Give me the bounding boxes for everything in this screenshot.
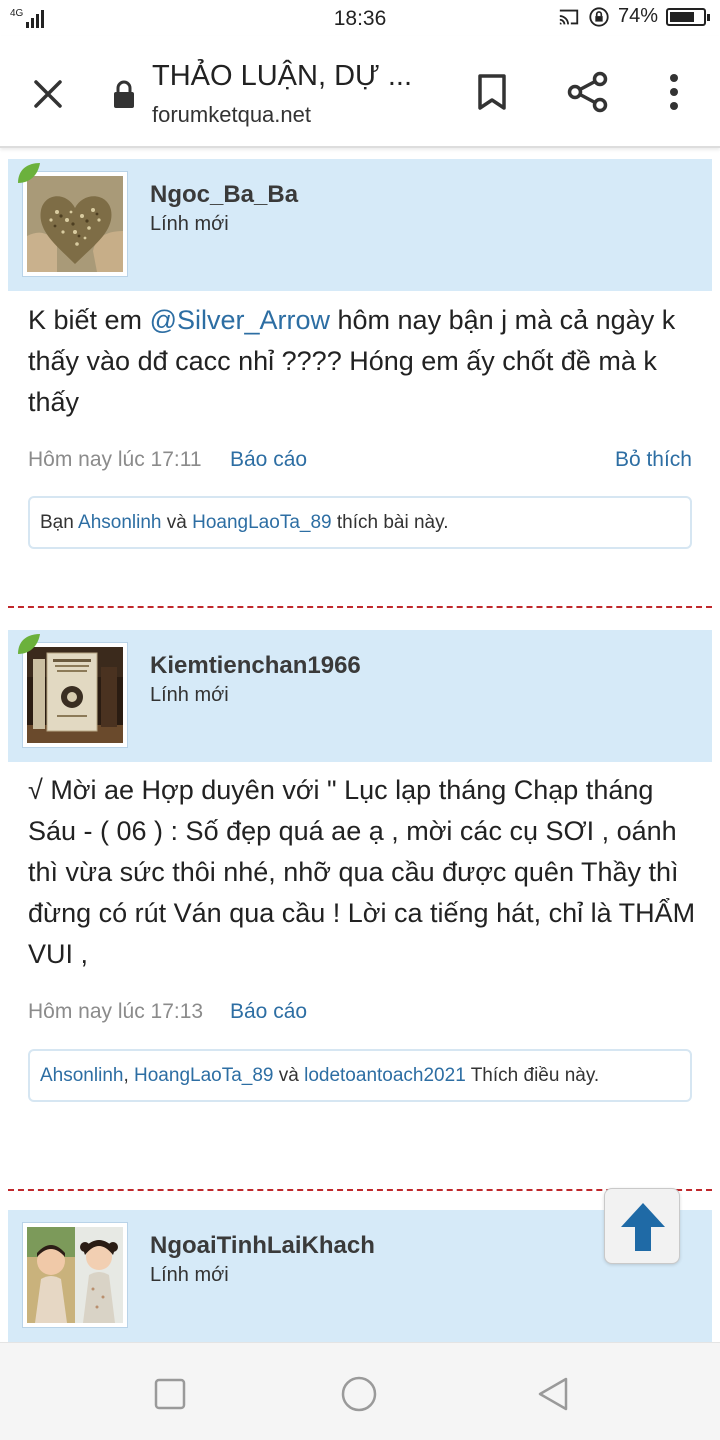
battery-icon [666,7,710,26]
liker-link[interactable]: Ahsonlinh [78,512,161,533]
mention-link[interactable]: @Silver_Arrow [150,305,330,335]
battery-percent: 74% [617,5,658,27]
likes-text: và [273,1065,305,1086]
post-meta: Hôm nay lúc 17:11 Báo cáo Bỏ thích [28,448,692,472]
more-options-icon[interactable] [660,70,688,114]
avatar[interactable] [27,647,123,743]
user-rank: Lính mới [150,1264,229,1286]
likes-text: Thích điều này. [465,1065,600,1086]
system-navigation-bar [0,1342,720,1440]
bookmark-icon[interactable] [474,72,510,112]
close-icon[interactable] [28,74,68,114]
back-icon[interactable] [536,1376,572,1412]
avatar-image [27,176,123,272]
battery-level [670,11,694,22]
rotation-lock-icon [589,6,609,27]
scroll-to-top-button[interactable] [604,1188,680,1264]
leaf-icon [18,634,40,654]
message-text: K biết em [28,305,150,335]
cast-icon [559,9,579,24]
report-link[interactable]: Báo cáo [230,448,307,472]
liker-link[interactable]: Ahsonlinh [40,1065,123,1086]
avatar-frame[interactable] [22,1222,128,1328]
leaf-icon [18,163,40,183]
avatar[interactable] [27,1227,123,1323]
likes-summary: Bạn Ahsonlinh và HoangLaoTa_89 thích bài… [28,496,692,549]
recent-apps-icon[interactable] [154,1378,186,1410]
browser-toolbar: THẢO LUẬN, DỰ ... forumketqua.net [0,36,720,148]
likes-text: và [161,512,193,533]
thread-content: Ngoc_Ba_Ba Lính mới K biết em @Silver_Ar… [0,150,720,1342]
liker-link[interactable]: HoangLaoTa_89 [134,1065,273,1086]
post-timestamp[interactable]: Hôm nay lúc 17:13 [28,1000,203,1023]
likes-text: , [123,1065,135,1086]
post-meta: Hôm nay lúc 17:13 Báo cáo [28,1000,692,1024]
lock-icon [114,80,134,108]
post-timestamp[interactable]: Hôm nay lúc 17:11 [28,448,202,471]
arrow-up-icon [621,1203,665,1251]
user-rank: Lính mới [150,213,229,235]
status-bar: 4G 18:36 74% [0,0,720,36]
avatar-frame[interactable] [22,171,128,277]
post-username[interactable]: NgoaiTinhLaiKhach [150,1232,375,1260]
user-rank: Lính mới [150,684,229,706]
likes-summary: Ahsonlinh, HoangLaoTa_89 và lodetoantoac… [28,1049,692,1102]
avatar-image [27,1227,123,1323]
post-author-box: Kiemtienchan1966 Lính mới [8,630,712,762]
page-title: THẢO LUẬN, DỰ ... [152,60,413,92]
unlike-link[interactable]: Bỏ thích [615,448,692,472]
post-author-box: Ngoc_Ba_Ba Lính mới [8,159,712,291]
report-link[interactable]: Báo cáo [230,1000,307,1024]
home-icon[interactable] [340,1375,378,1413]
likes-text: Bạn [40,512,79,533]
avatar[interactable] [27,176,123,272]
liker-link[interactable]: HoangLaoTa_89 [192,512,331,533]
avatar-frame[interactable] [22,642,128,748]
post-message: K biết em @Silver_Arrow hôm nay bận j mà… [28,300,698,423]
post-divider [8,606,712,608]
avatar-image [27,647,123,743]
page-url[interactable]: forumketqua.net [152,102,311,128]
post-username[interactable]: Kiemtienchan1966 [150,652,361,680]
post-message: √ Mời ae Hợp duyên với " Lục lạp tháng C… [28,775,696,969]
share-icon[interactable] [566,70,610,114]
post-username[interactable]: Ngoc_Ba_Ba [150,181,298,209]
likes-text: thích bài này. [331,512,449,533]
liker-link[interactable]: lodetoantoach2021 [304,1065,466,1086]
